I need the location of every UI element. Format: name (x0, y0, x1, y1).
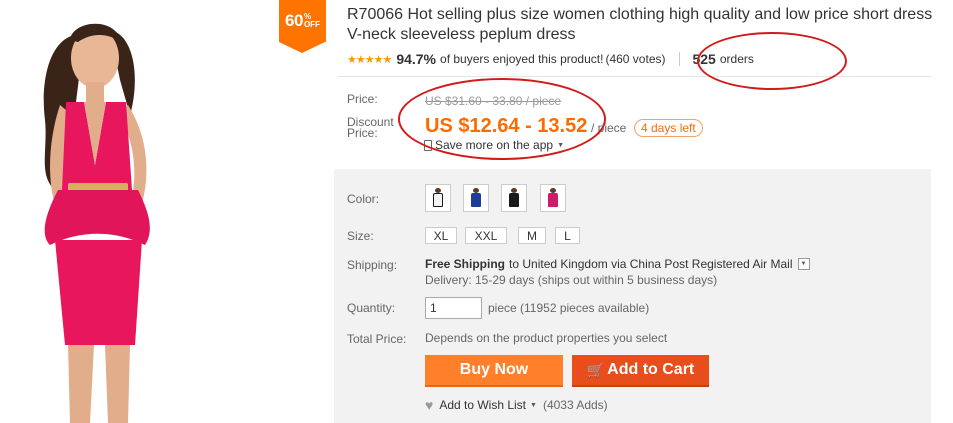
color-label: Color: (347, 192, 380, 206)
phone-icon (424, 139, 432, 151)
shipping-dropdown-button[interactable]: ▼ (797, 258, 810, 270)
rating-percent: 94.7% (396, 51, 437, 67)
shipping-method: Free Shipping to United Kingdom via Chin… (425, 257, 810, 271)
rating-votes-link[interactable]: (460 votes) (605, 52, 665, 66)
price-label: Price: (347, 92, 378, 106)
app-saving-text: Save more on the app (435, 138, 554, 152)
add-to-cart-button[interactable]: 🛒 Add to Cart (572, 355, 709, 387)
color-swatch-rose[interactable] (540, 184, 566, 212)
delivery-estimate: Delivery: 15-29 days (ships out within 5… (425, 273, 718, 287)
orders-count: 525 (692, 51, 716, 67)
color-swatch-black[interactable] (501, 184, 527, 212)
discount-badge: 60 % OFF (279, 0, 326, 53)
wish-chevron-down-icon: ▼ (530, 401, 537, 409)
size-option-m[interactable]: M (518, 227, 546, 244)
product-photo-illustration (43, 23, 150, 423)
price-unit: / piece (591, 121, 627, 135)
discount-price: US $12.64 - 13.52 (425, 115, 588, 137)
buy-now-button[interactable]: Buy Now (425, 355, 563, 387)
size-label: Size: (347, 229, 374, 243)
rating-separator (679, 52, 681, 66)
rating-text: of buyers enjoyed this product! (440, 52, 604, 66)
color-swatch-blue[interactable] (463, 184, 489, 212)
wish-list-label: Add to Wish List (439, 398, 527, 412)
chevron-down-icon: ▼ (557, 141, 565, 149)
title-divider (338, 76, 931, 77)
size-option-xxl[interactable]: XXL (465, 227, 507, 244)
add-to-cart-label: Add to Cart (607, 361, 695, 378)
rating-stars-icon: ★★★★★ (347, 53, 392, 66)
app-saving-link[interactable]: Save more on the app ▼ (424, 138, 564, 152)
quantity-available: piece (11952 pieces available) (488, 301, 650, 315)
wish-list-link[interactable]: ♥ Add to Wish List ▼ (4033 Adds) (425, 397, 608, 413)
discount-price-label-line2: Price: (347, 126, 378, 140)
heart-icon: ♥ (425, 397, 434, 413)
orders-label: orders (719, 52, 754, 66)
product-title: R70066 Hot selling plus size women cloth… (347, 6, 933, 43)
size-option-l[interactable]: L (555, 227, 580, 244)
product-image[interactable] (0, 0, 316, 423)
original-price: US $31.60 - 33.80 / piece (425, 94, 562, 108)
total-price-value: Depends on the product properties you se… (425, 331, 668, 345)
discount-badge-off: OFF (303, 20, 320, 29)
days-left-badge: 4 days left (634, 119, 703, 137)
free-shipping-text: Free Shipping (425, 257, 506, 271)
cart-icon: 🛒 (586, 361, 605, 378)
total-price-label: Total Price: (347, 332, 407, 346)
quantity-label: Quantity: (347, 301, 396, 315)
size-option-xl[interactable]: XL (425, 227, 457, 244)
wish-count: (4033 Adds) (542, 398, 608, 412)
rating-row: ★★★★★ 94.7% of buyers enjoyed this produ… (347, 50, 754, 68)
color-swatch-white-black[interactable] (425, 184, 451, 212)
shipping-detail: to United Kingdom via China Post Registe… (509, 257, 793, 271)
quantity-input[interactable] (425, 297, 482, 319)
shipping-label: Shipping: (347, 258, 398, 272)
discount-badge-number: 60 (285, 11, 303, 30)
